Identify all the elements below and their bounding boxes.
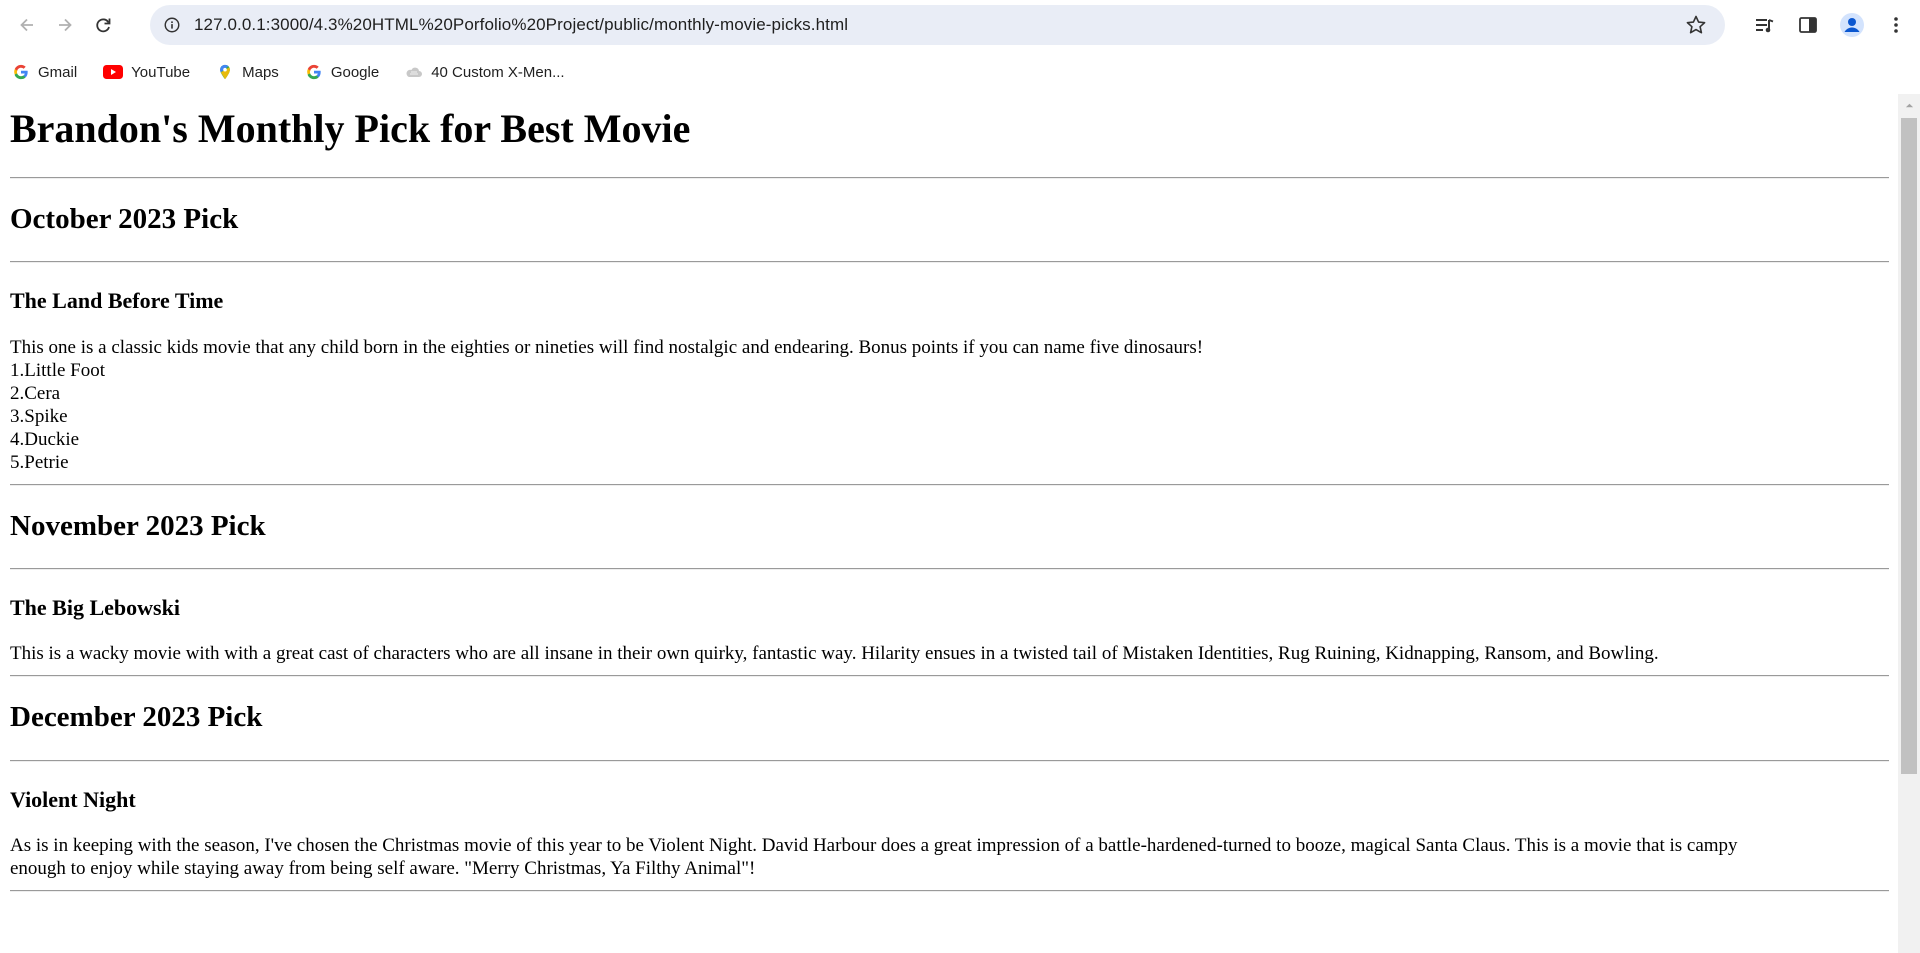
bookmark-label: Gmail xyxy=(38,63,78,81)
bookmark-x-men[interactable]: 40 Custom X-Men... xyxy=(405,63,565,81)
divider xyxy=(10,177,1889,179)
list-item: 5.Petrie xyxy=(10,451,69,473)
divider xyxy=(10,759,1889,762)
profile-avatar-icon[interactable] xyxy=(1830,3,1874,47)
movie-description-october: This one is a classic kids movie that an… xyxy=(10,336,1204,358)
more-menu-icon[interactable] xyxy=(1874,3,1918,47)
scrollbar-thumb[interactable] xyxy=(1901,118,1917,774)
bookmark-google[interactable]: Google xyxy=(305,63,379,81)
bookmark-gmail[interactable]: Gmail xyxy=(12,63,77,81)
google-icon xyxy=(305,63,323,81)
bookmark-label: YouTube xyxy=(131,63,191,81)
description-line: As is in keeping with the season, I've c… xyxy=(10,834,1738,856)
maps-icon xyxy=(216,63,234,81)
list-item: 2.Cera xyxy=(10,382,61,404)
youtube-icon xyxy=(103,63,124,81)
arrow-right-icon xyxy=(59,18,72,32)
cloud-icon xyxy=(405,63,423,81)
section-heading-december: December 2023 Pick xyxy=(10,701,263,734)
url-text[interactable]: 127.0.0.1:3000/4.3%20HTML%20Porfolio%20P… xyxy=(194,15,848,35)
reload-button[interactable] xyxy=(85,7,121,43)
browser-toolbar: 127.0.0.1:3000/4.3%20HTML%20Porfolio%20P… xyxy=(0,0,1920,50)
movie-title-october: The Land Before Time xyxy=(10,288,224,314)
bookmark-label: Maps xyxy=(242,63,279,81)
movie-title-december: Violent Night xyxy=(10,786,136,812)
divider xyxy=(10,567,1889,570)
page-viewport: Brandon's Monthly Pick for Best Movie Oc… xyxy=(0,94,1898,953)
page-content: Brandon's Monthly Pick for Best Movie Oc… xyxy=(0,106,1898,892)
google-icon xyxy=(12,63,30,81)
divider xyxy=(10,889,1889,892)
site-info-icon[interactable] xyxy=(162,15,182,35)
movie-description-december: As is in keeping with the season, I've c… xyxy=(10,834,1888,880)
list-item: 1.Little Foot xyxy=(10,359,105,381)
bookmark-label: 40 Custom X-Men... xyxy=(431,63,565,81)
description-line: enough to enjoy while staying away from … xyxy=(10,857,756,879)
back-button[interactable] xyxy=(9,7,45,43)
arrow-left-icon xyxy=(20,18,33,32)
list-item: 4.Duckie xyxy=(10,428,80,450)
forward-button[interactable] xyxy=(47,7,83,43)
media-controls-icon[interactable] xyxy=(1742,3,1786,47)
divider xyxy=(10,261,1889,264)
divider xyxy=(10,675,1889,678)
section-heading-november: November 2023 Pick xyxy=(10,509,266,542)
address-bar[interactable]: 127.0.0.1:3000/4.3%20HTML%20Porfolio%20P… xyxy=(150,5,1725,45)
dinosaur-list: 1.Little Foot 2.Cera 3.Spike 4.Duckie 5.… xyxy=(10,359,1888,474)
bookmark-star-icon[interactable] xyxy=(1685,14,1707,36)
divider xyxy=(10,483,1889,486)
movie-description-november: This is a wacky movie with with a great … xyxy=(10,643,1659,665)
reload-icon xyxy=(96,18,111,33)
vertical-scrollbar[interactable] xyxy=(1898,94,1920,953)
bookmark-youtube[interactable]: YouTube xyxy=(103,63,190,81)
list-item: 3.Spike xyxy=(10,405,68,427)
side-panel-icon[interactable] xyxy=(1786,3,1830,47)
section-heading-october: October 2023 Pick xyxy=(10,203,239,235)
bookmark-maps[interactable]: Maps xyxy=(216,63,279,81)
bookmarks-bar: Gmail YouTube Maps Google 40 Custom X-Me… xyxy=(0,50,1920,94)
page-title: Brandon's Monthly Pick for Best Movie xyxy=(10,106,691,151)
bookmark-label: Google xyxy=(330,63,380,81)
scroll-up-arrow-icon[interactable] xyxy=(1898,94,1920,116)
movie-title-november: The Big Lebowski xyxy=(10,594,180,620)
